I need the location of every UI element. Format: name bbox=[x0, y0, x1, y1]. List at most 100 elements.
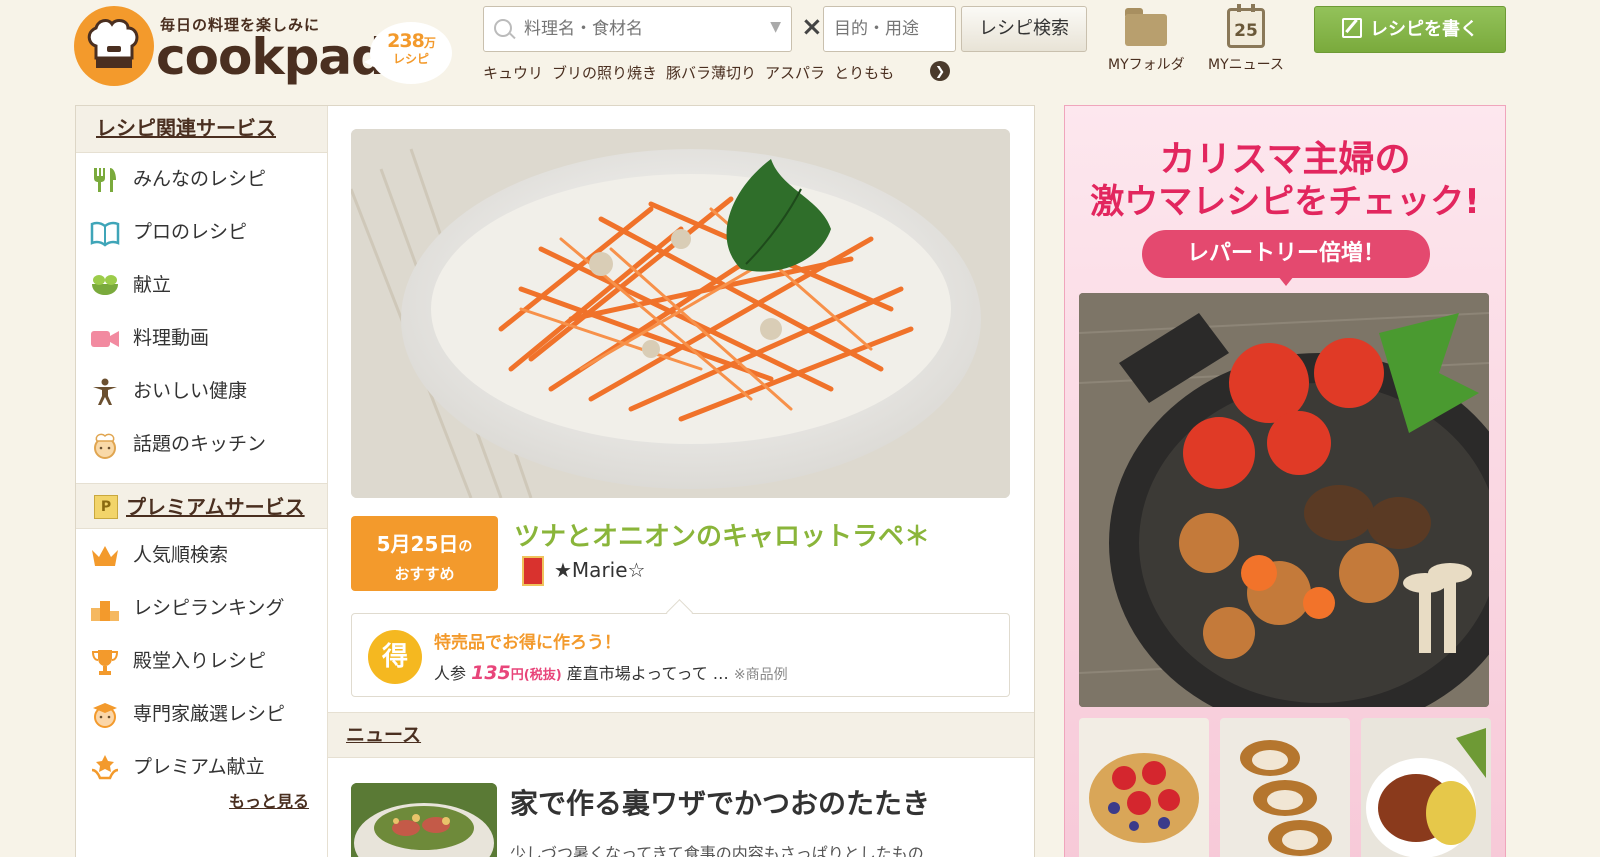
content-area: 5月25日の おすすめ ツナとオニオンのキャロットラペ＊ ★Marie☆ 得 特… bbox=[328, 106, 1034, 857]
sidebar-section-title-recipe-services[interactable]: レシピ関連サービス bbox=[76, 106, 327, 153]
open-book-icon bbox=[90, 221, 120, 247]
recipe-count-unit: 万 bbox=[423, 36, 436, 50]
logo-wordmark: cookpad bbox=[156, 28, 387, 86]
sidebar-item-label: みんなのレシピ bbox=[133, 168, 267, 190]
sidebar-item-ranking[interactable]: レシピランキング bbox=[76, 582, 327, 635]
sidebar-item-everyone-recipes[interactable]: みんなのレシピ bbox=[76, 153, 327, 206]
chef-face-icon bbox=[94, 433, 116, 459]
keyword-link[interactable]: キュウリ bbox=[483, 62, 543, 83]
sidebar-section-label: プレミアムサービス bbox=[126, 495, 305, 519]
podium-icon bbox=[91, 601, 119, 621]
purpose-search-input[interactable] bbox=[834, 15, 949, 43]
ad-thumbnail bbox=[1361, 718, 1491, 857]
my-folder-link[interactable]: MYフォルダ bbox=[1108, 8, 1185, 74]
expert-face-icon bbox=[93, 703, 117, 728]
premium-badge-icon: P bbox=[94, 495, 118, 519]
meal-set-icon bbox=[92, 275, 118, 295]
keyword-link[interactable]: アスパラ bbox=[765, 62, 825, 83]
author-avatar-icon[interactable] bbox=[522, 556, 544, 586]
person-icon bbox=[93, 378, 117, 405]
cookpad-logo[interactable]: 毎日の料理を楽しみに cookpad 238万 レシピ bbox=[74, 6, 464, 90]
sidebar-item-label: 話題のキッチン bbox=[133, 433, 267, 455]
see-more-link[interactable]: もっと見る bbox=[229, 788, 309, 812]
my-news-label: MYニュース bbox=[1208, 57, 1284, 73]
sidebar-item-label: プロのレシピ bbox=[133, 221, 248, 243]
chevron-right-icon[interactable]: ❯ bbox=[930, 61, 950, 81]
sidebar-section-title-premium[interactable]: P プレミアムサービス bbox=[76, 483, 327, 529]
sidebar-item-label: 人気順検索 bbox=[133, 544, 229, 566]
ad-pill: レパートリー倍増！ bbox=[1142, 230, 1430, 286]
deal-store: 産直市場よってって … bbox=[566, 664, 729, 683]
sidebar-item-premium-menu[interactable]: プレミアム献立 bbox=[76, 741, 327, 794]
sidebar-item-label: 献立 bbox=[133, 274, 172, 296]
sidebar-item-label: レシピランキング bbox=[133, 597, 285, 619]
hands-star-icon bbox=[91, 755, 119, 780]
my-folder-label: MYフォルダ bbox=[1108, 57, 1185, 73]
sidebar-item-label: 殿堂入りレシピ bbox=[133, 650, 267, 672]
deal-box[interactable]: 得 特売品でお得に作ろう！ 人参 135円(税抜) 産直市場よってって … ※商… bbox=[351, 613, 1010, 697]
deal-item: 人参 bbox=[434, 664, 467, 683]
featured-recipe-author[interactable]: ★Marie☆ bbox=[554, 558, 645, 582]
dropdown-triangle-icon[interactable]: ▼ bbox=[770, 19, 781, 35]
sidebar-item-label: おいしい健康 bbox=[133, 380, 248, 402]
recipe-search-button[interactable]: レシピ検索 bbox=[961, 6, 1087, 52]
recipe-count-bubble: 238万 レシピ bbox=[364, 22, 452, 84]
news-item-snippet: 少しづつ暑くなってきて食事の内容もさっぱりとしたもの bbox=[510, 844, 924, 857]
ad-headline-2: 激ウマレシピをチェック! bbox=[1090, 182, 1480, 222]
calendar-day: 25 bbox=[1234, 21, 1258, 41]
sidebar-item-popular-search[interactable]: 人気順検索 bbox=[76, 529, 327, 582]
sidebar-item-healthy[interactable]: おいしい健康 bbox=[76, 365, 327, 418]
deal-price-unit: 円(税抜) bbox=[510, 668, 562, 683]
deal-price: 135 bbox=[471, 662, 511, 684]
deal-note: ※商品例 bbox=[733, 667, 788, 683]
recommend-label: おすすめ bbox=[394, 565, 455, 583]
featured-recipe-photo[interactable] bbox=[351, 129, 1010, 498]
keyword-link[interactable]: とりもも bbox=[834, 62, 894, 83]
write-recipe-button[interactable]: レシピを書く bbox=[1314, 6, 1506, 53]
sidebar-item-menu[interactable]: 献立 bbox=[76, 259, 327, 312]
deal-badge-icon: 得 bbox=[368, 630, 422, 684]
recommend-date: 5月25日 bbox=[376, 532, 459, 556]
trophy-icon bbox=[91, 650, 119, 675]
fork-knife-icon bbox=[94, 168, 116, 192]
sidebar-item-label: 専門家厳選レシピ bbox=[133, 703, 286, 725]
sidebar-item-label: 料理動画 bbox=[133, 327, 210, 349]
deal-line: 人参 135円(税抜) 産直市場よってって … ※商品例 bbox=[434, 660, 788, 684]
date-recommend-badge: 5月25日の おすすめ bbox=[351, 516, 498, 591]
dish-search-field[interactable]: ▼ bbox=[483, 6, 792, 52]
deal-headline: 特売品でお得に作ろう！ bbox=[434, 633, 621, 653]
ad-thumbnail bbox=[1220, 718, 1350, 857]
dish-search-input[interactable] bbox=[524, 15, 744, 43]
sidebar-item-expert-recipes[interactable]: 専門家厳選レシピ bbox=[76, 688, 327, 741]
search-icon bbox=[494, 19, 512, 37]
video-camera-icon bbox=[91, 331, 119, 347]
news-item-title[interactable]: 家で作る裏ワザでかつおのたたき bbox=[510, 782, 930, 822]
sidebar-item-cooking-video[interactable]: 料理動画 bbox=[76, 312, 327, 365]
purpose-search-field[interactable] bbox=[823, 6, 956, 52]
main-panel: レシピ関連サービス みんなのレシピ プロのレシピ 献立 料理動画 おいしい健康 … bbox=[75, 105, 1035, 857]
sidebar-item-trending-kitchen[interactable]: 話題のキッチン bbox=[76, 418, 327, 471]
recipe-count-label: レシピ bbox=[392, 52, 429, 66]
write-recipe-label: レシピを書く bbox=[1370, 19, 1478, 40]
my-news-link[interactable]: 25 MYニュース bbox=[1208, 4, 1284, 74]
featured-recipe-title[interactable]: ツナとオニオンのキャロットラペ＊ bbox=[514, 516, 930, 553]
calendar-icon: 25 bbox=[1226, 4, 1265, 48]
keyword-link[interactable]: ブリの照り焼き bbox=[552, 62, 657, 83]
ad-thumbnail bbox=[1079, 718, 1209, 857]
ad-main-photo bbox=[1079, 293, 1489, 707]
chef-hat-logo-icon bbox=[74, 6, 154, 86]
news-section-title[interactable]: ニュース bbox=[328, 712, 1034, 758]
keyword-suggestions: キュウリ ブリの照り焼き 豚バラ薄切り アスパラ とりもも bbox=[483, 62, 894, 83]
sidebar-item-hall-of-fame[interactable]: 殿堂入りレシピ bbox=[76, 635, 327, 688]
times-symbol: × bbox=[801, 12, 823, 42]
sidebar-item-pro-recipes[interactable]: プロのレシピ bbox=[76, 206, 327, 259]
advertisement-banner[interactable]: カリスマ主婦の 激ウマレシピをチェック! レパートリー倍増！ bbox=[1064, 105, 1506, 857]
news-thumbnail[interactable] bbox=[351, 783, 497, 857]
sidebar-item-label: プレミアム献立 bbox=[133, 756, 265, 778]
sidebar: レシピ関連サービス みんなのレシピ プロのレシピ 献立 料理動画 おいしい健康 … bbox=[76, 106, 328, 857]
keyword-link[interactable]: 豚バラ薄切り bbox=[666, 62, 756, 83]
crown-icon bbox=[92, 546, 118, 566]
folder-icon bbox=[1125, 8, 1168, 46]
pencil-icon bbox=[1342, 18, 1362, 38]
recommend-date-suffix: の bbox=[458, 539, 473, 555]
